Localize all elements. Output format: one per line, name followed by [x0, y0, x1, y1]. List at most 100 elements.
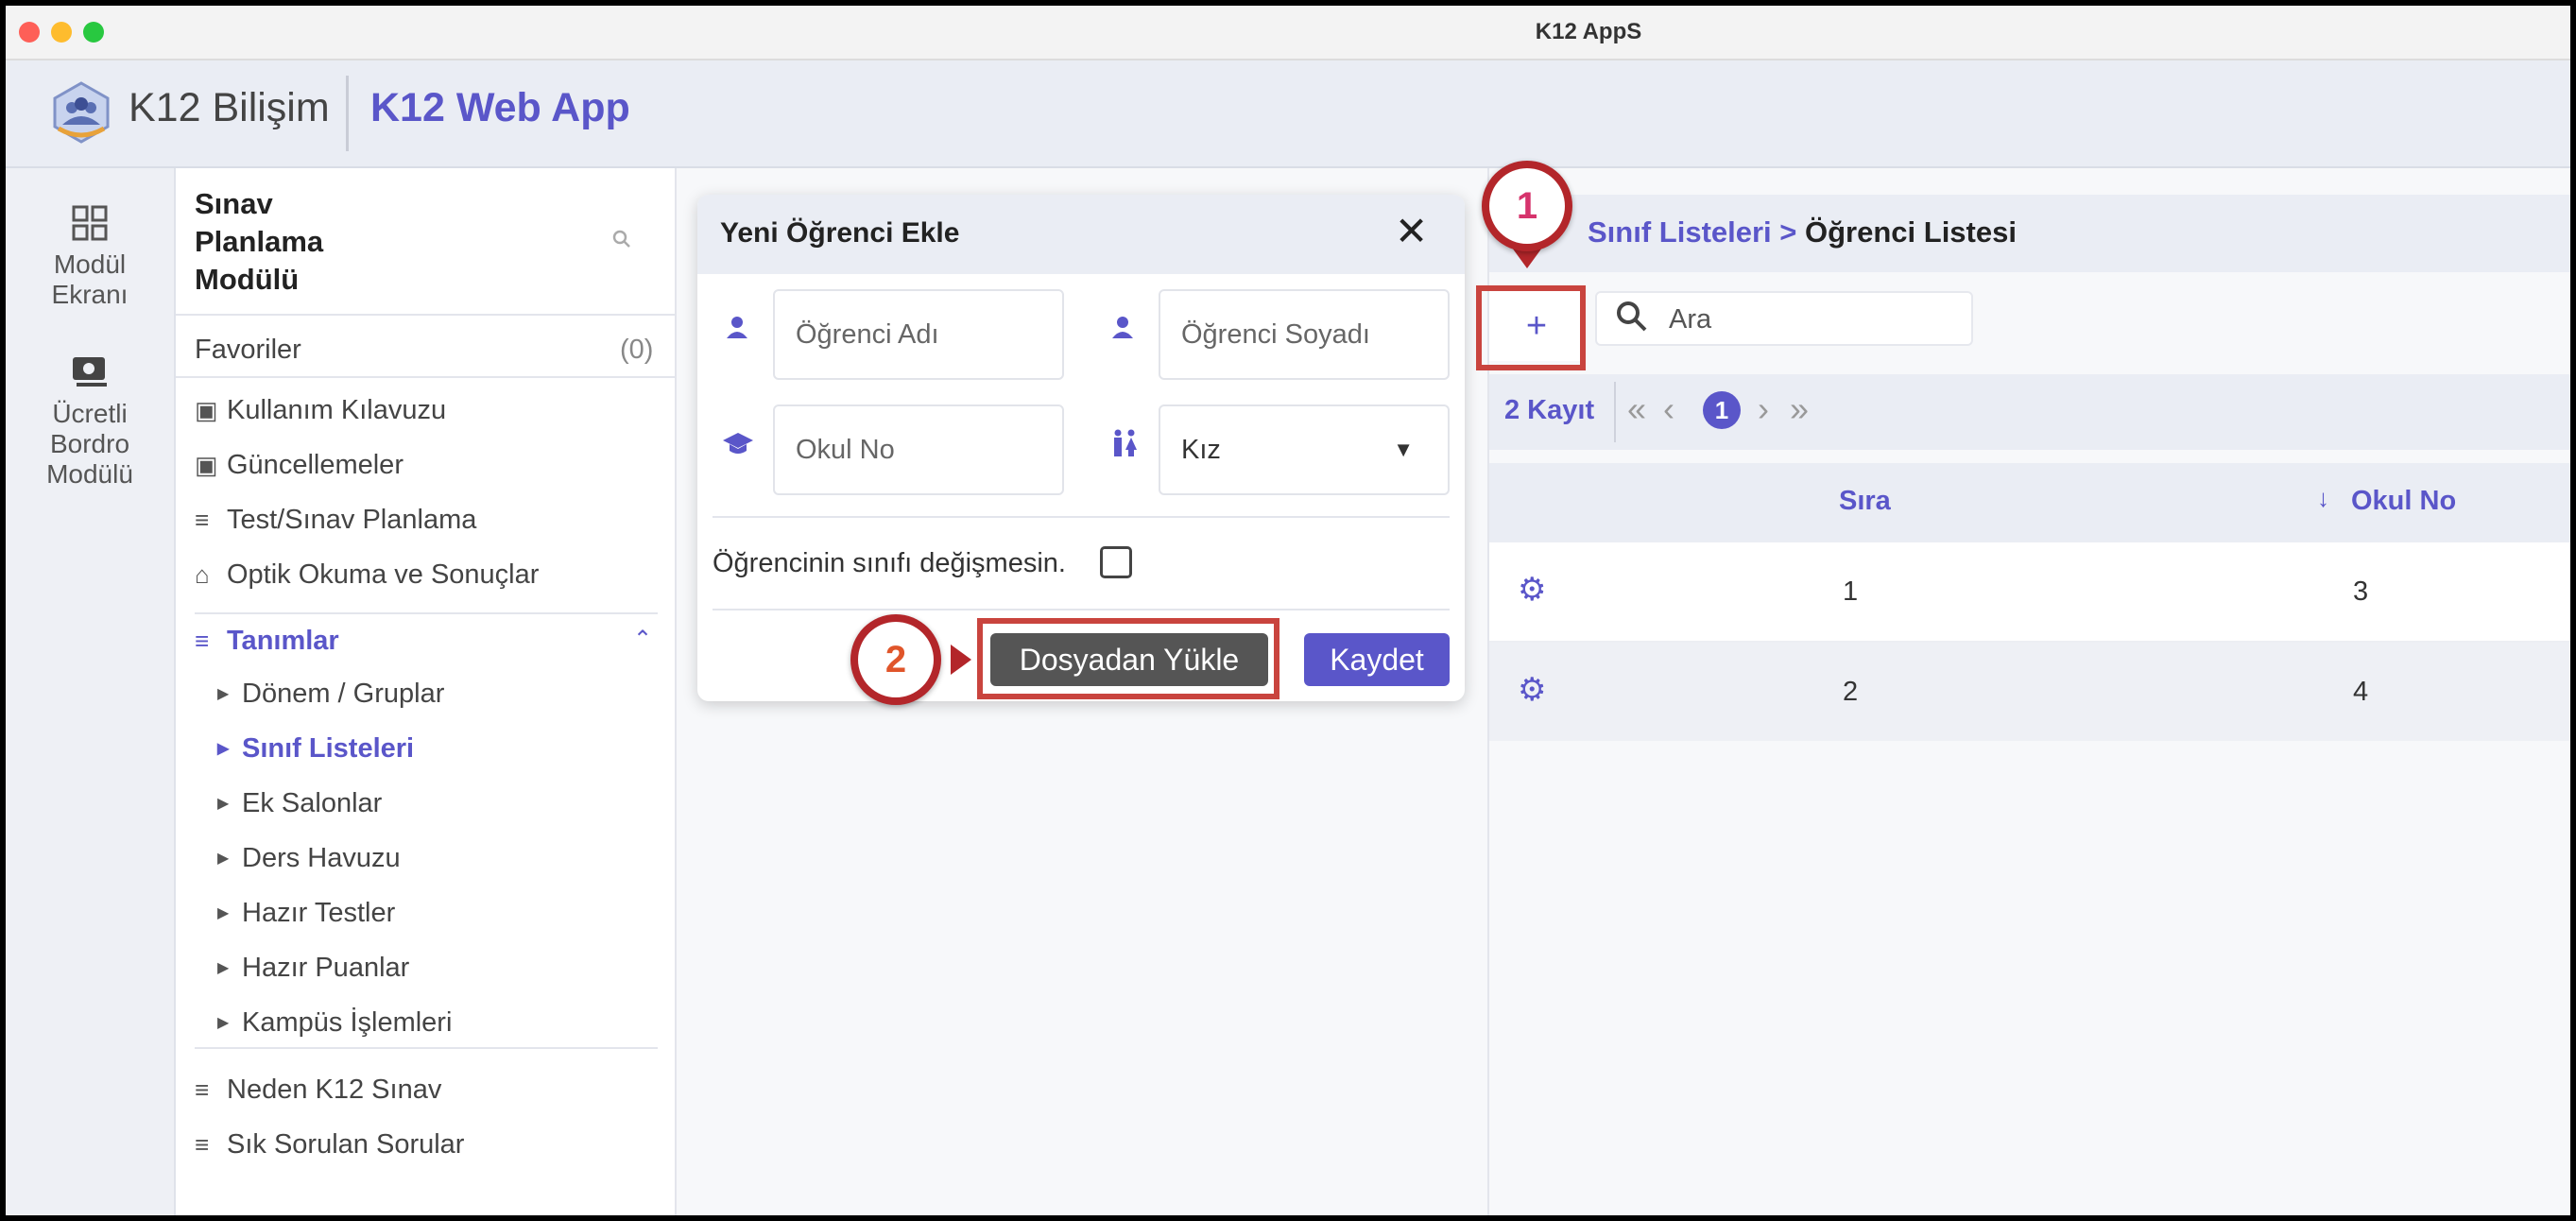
breadcrumb-current: Öğrenci Listesi [1805, 215, 2017, 249]
column-header-okul-no[interactable]: Okul No [2351, 486, 2456, 517]
chevron-up-icon[interactable]: ⌃ [633, 626, 652, 653]
list-add-icon: ≡ [195, 627, 210, 655]
money-icon [6, 353, 174, 399]
prev-page-icon[interactable]: ‹ [1663, 389, 1674, 429]
sidebar-search-icon[interactable] [610, 227, 633, 257]
dialog-title: Yeni Öğrenci Ekle [720, 217, 960, 249]
caret-right-icon: ▶ [217, 905, 230, 922]
callout-highlight-1 [1476, 285, 1586, 370]
sidebar-item-label: Kullanım Kılavuzu [227, 395, 447, 425]
favorites-label[interactable]: Favoriler [195, 331, 301, 369]
column-header-sira[interactable]: Sıra [1839, 486, 1891, 517]
gear-icon[interactable]: ⚙ [1518, 571, 1546, 609]
divider [195, 612, 658, 614]
keep-class-label: Öğrencinin sınıfı değişmesin. [713, 548, 1066, 578]
gear-icon[interactable]: ⚙ [1518, 671, 1546, 709]
save-button[interactable]: Kaydet [1304, 633, 1450, 686]
caret-right-icon: ▶ [217, 851, 230, 868]
callout-number: 1 [1489, 168, 1565, 244]
divider [713, 609, 1450, 610]
window-title: K12 AppS [1535, 19, 1642, 44]
sidebar-item-label: Neden K12 Sınav [227, 1075, 442, 1105]
module-title-line: Sınav [195, 187, 273, 220]
sidebar-item-optik-okuma[interactable]: ⌂ Optik Okuma ve Sonuçlar [195, 556, 539, 593]
rail-item-ucretli-bordro[interactable]: Ücretli Bordro Modülü [6, 353, 174, 490]
sidebar-subitem-ek-salonlar[interactable]: ▶ Ek Salonlar [217, 784, 382, 822]
title-bar: K12 AppS [6, 6, 2570, 60]
search-input[interactable]: Ara [1595, 291, 1973, 346]
sidebar: Sınav Planlama Modülü Favoriler (0) ▣ Kul… [176, 168, 677, 1215]
sidebar-item-label: Güncellemeler [227, 450, 404, 480]
sidebar-subitem-label: Hazır Puanlar [242, 953, 410, 983]
app-header: K12 Bilişim K12 Web App [6, 60, 2570, 168]
divider [195, 1047, 658, 1049]
sidebar-subitem-hazir-puanlar[interactable]: ▶ Hazır Puanlar [217, 949, 409, 987]
sidebar-subitem-label: Kampüs İşlemleri [242, 1007, 453, 1038]
sidebar-subitem-kampus-islemleri[interactable]: ▶ Kampüs İşlemleri [217, 1004, 452, 1041]
caret-right-icon: ▶ [217, 1015, 230, 1032]
cell-okul-no: 4 [2353, 677, 2369, 707]
record-count: 2 Kayıt [1504, 395, 1595, 425]
keep-class-checkbox[interactable] [1100, 546, 1132, 578]
sidebar-subitem-ders-havuzu[interactable]: ▶ Ders Havuzu [217, 839, 401, 877]
sidebar-subitem-label: Ek Salonlar [242, 788, 383, 818]
sidebar-item-label: Sık Sorulan Sorular [227, 1129, 465, 1160]
grid-icon [6, 204, 174, 249]
divider [176, 314, 675, 316]
sidebar-item-guncellemeler[interactable]: ▣ Güncellemeler [195, 446, 404, 484]
sidebar-subitem-sinif-listeleri[interactable]: ▶ Sınıf Listeleri [217, 730, 414, 767]
callout-number: 2 [858, 622, 934, 697]
current-page[interactable]: 1 [1703, 391, 1741, 429]
divider [176, 376, 675, 378]
sidebar-item-test-sinav-planlama[interactable]: ≡ Test/Sınav Planlama [195, 501, 476, 539]
school-no-field[interactable]: Okul No [773, 404, 1064, 495]
module-rail: Modül Ekranı Ücretli Bordro Modülü [6, 168, 176, 1215]
rail-item-modul-ekrani[interactable]: Modül Ekranı [6, 204, 174, 310]
module-title-line: Planlama [195, 225, 324, 258]
close-icon[interactable]: ✕ [1395, 208, 1428, 254]
app-window: K12 AppS K12 Bilişim K12 Web App Modül E… [0, 0, 2576, 1221]
breadcrumb-link[interactable]: Sınıf Listeleri > [1588, 215, 1796, 249]
rail-label: Modülü [46, 459, 133, 489]
sidebar-item-label: Test/Sınav Planlama [227, 505, 477, 535]
caret-right-icon: ▶ [217, 796, 230, 813]
sidebar-subitem-hazir-testler[interactable]: ▶ Hazır Testler [217, 894, 395, 932]
divider [1614, 382, 1616, 442]
last-name-field[interactable]: Öğrenci Soyadı [1159, 289, 1450, 380]
menu-icon: ≡ [195, 1075, 210, 1104]
sidebar-item-kullanim-kilavuzu[interactable]: ▣ Kullanım Kılavuzu [195, 391, 446, 429]
next-page-icon[interactable]: › [1758, 389, 1769, 429]
callout-pointer-2 [951, 645, 971, 675]
last-page-icon[interactable]: » [1790, 389, 1809, 429]
gender-icon [1109, 429, 1140, 465]
first-page-icon[interactable]: « [1627, 389, 1646, 429]
gender-value: Kız [1181, 435, 1221, 465]
sidebar-subitem-donem-gruplar[interactable]: ▶ Dönem / Gruplar [217, 675, 444, 713]
brand-name: K12 Bilişim [129, 85, 330, 130]
cell-sira: 1 [1843, 576, 1859, 607]
person-icon [724, 314, 750, 348]
sidebar-subitem-label: Hazır Testler [242, 898, 396, 928]
cell-okul-no: 3 [2353, 576, 2369, 607]
first-name-field[interactable]: Öğrenci Adı [773, 289, 1064, 380]
rail-label: Ücretli [52, 399, 128, 428]
module-title-line: Modülü [195, 263, 300, 296]
sidebar-subitem-label: Sınıf Listeleri [242, 733, 415, 764]
book-icon: ▣ [195, 396, 218, 424]
table-row[interactable]: ⚙ 1 3 [1489, 542, 2570, 643]
search-icon [1614, 299, 1650, 343]
divider [713, 516, 1450, 518]
sidebar-section-tanimlar[interactable]: ≡ Tanımlar [195, 622, 339, 660]
sort-down-icon[interactable]: ↓ [2317, 484, 2329, 513]
sidebar-item-sss[interactable]: ≡ Sık Sorulan Sorular [195, 1126, 464, 1163]
sidebar-subitem-label: Dönem / Gruplar [242, 679, 445, 709]
scanner-icon: ⌂ [195, 560, 210, 589]
caret-right-icon: ▶ [217, 960, 230, 977]
rail-label: Bordro [49, 429, 130, 458]
table-row[interactable]: ⚙ 2 4 [1489, 643, 2570, 741]
sidebar-section-label: Tanımlar [227, 626, 339, 656]
rail-label: Modül [53, 249, 127, 279]
graduation-cap-icon [722, 431, 754, 465]
gender-select[interactable]: Kız ▼ [1159, 404, 1450, 495]
sidebar-item-neden-k12[interactable]: ≡ Neden K12 Sınav [195, 1071, 441, 1109]
